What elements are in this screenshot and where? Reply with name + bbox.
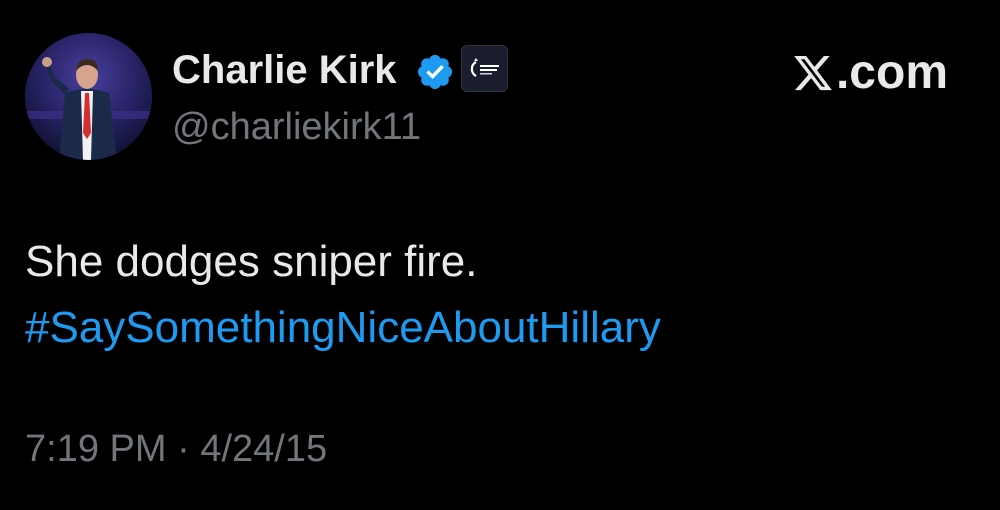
author-avatar[interactable] (25, 33, 152, 160)
hashtag-link[interactable]: #SaySomethingNiceAboutHillary (25, 298, 661, 358)
brand-domain: .com (835, 46, 948, 99)
timestamp-separator: · (177, 428, 190, 470)
affiliate-badge[interactable] (461, 45, 508, 92)
tweet-timestamp[interactable]: 7:19 PM · 4/24/15 (25, 426, 327, 472)
brand-watermark: .com (792, 45, 948, 101)
avatar-image (25, 33, 152, 160)
tweet-time: 7:19 PM (25, 428, 167, 470)
turning-point-usa-logo (470, 57, 499, 77)
author-handle[interactable]: @charliekirk11 (172, 104, 421, 150)
verified-badge-icon (417, 54, 453, 90)
x-logo-icon (794, 55, 832, 91)
tweet-date: 4/24/15 (200, 428, 328, 470)
author-name[interactable]: Charlie Kirk (172, 46, 397, 94)
tweet-text: She dodges sniper fire. (25, 237, 478, 286)
